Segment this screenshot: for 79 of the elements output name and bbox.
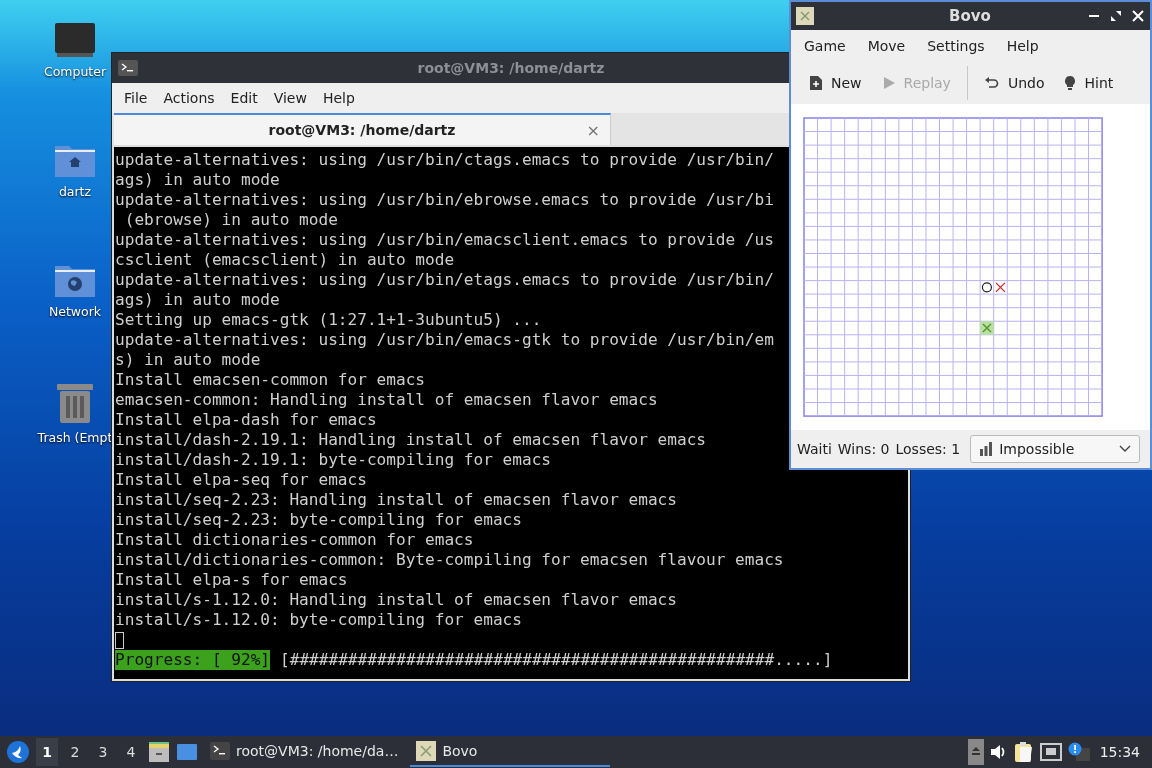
- menu-item[interactable]: File: [116, 90, 156, 106]
- menu-item[interactable]: Help: [314, 90, 363, 106]
- desktop-icon-label[interactable]: Network: [48, 304, 102, 319]
- hint-button[interactable]: Hint: [1056, 71, 1122, 95]
- terminal-line: install/s-1.12.0: Handling install of emacsen flavor emacs: [115, 590, 677, 610]
- status-text: Waiti: [797, 441, 832, 457]
- menu-item[interactable]: Actions: [155, 90, 223, 106]
- show-desktop-icon[interactable]: [176, 742, 198, 762]
- terminal-line: install/seq-2.23: byte-compiling for emacs: [115, 510, 522, 530]
- terminal-line: ags) in auto mode: [115, 170, 280, 190]
- terminal-line: csclient (emacsclient) in auto mode: [115, 250, 455, 270]
- terminal-line: Install elpa-s for emacs: [115, 570, 348, 590]
- terminal-icon: [210, 742, 230, 760]
- terminal-line: update-alternatives: using /usr/bin/ebrowse.emacs to provide /usr/bi: [115, 190, 774, 210]
- file-cabinet-icon[interactable]: [148, 741, 170, 763]
- window-title: Bovo: [948, 7, 992, 25]
- workspace-button[interactable]: 1: [36, 738, 58, 766]
- close-tab-button[interactable]: ×: [586, 120, 600, 140]
- monitor-icon[interactable]: [54, 22, 96, 58]
- terminal-line: update-alternatives: using /usr/bin/emacs-gtk to provide /usr/bin/em: [115, 330, 774, 350]
- maximize-button[interactable]: [1110, 10, 1122, 22]
- progress-label: Progress: [ 92%]: [115, 650, 271, 670]
- text-cursor: [115, 631, 124, 649]
- app-icon: [416, 741, 437, 761]
- hint-marker: [980, 321, 994, 335]
- terminal-line: install/s-1.12.0: byte-compiling for emacs: [115, 610, 522, 630]
- circle-piece: [981, 282, 992, 293]
- play-icon: [881, 76, 896, 90]
- terminal-line: Install elpa-dash for emacs: [115, 410, 377, 430]
- terminal-line: s) in auto mode: [115, 350, 261, 370]
- progress-text: [##################################################.....]: [280, 650, 833, 670]
- clipboard-icon[interactable]: [1013, 741, 1034, 763]
- undo-button[interactable]: Undo: [975, 71, 1053, 95]
- clock[interactable]: 15:34: [1099, 744, 1140, 760]
- workspace-button[interactable]: 2: [64, 738, 86, 766]
- notification-icon[interactable]: [1067, 742, 1090, 762]
- terminal-line: ags) in auto mode: [115, 290, 280, 310]
- terminal-line: update-alternatives: using /usr/bin/ctags.emacs to provide /usr/bin/: [115, 150, 774, 170]
- menu-item[interactable]: Settings: [916, 38, 996, 54]
- terminal-line: emacsen-common: Handling install of emacsen flavor emacs: [115, 390, 658, 410]
- terminal-line: Install dictionaries-common for emacs: [115, 530, 474, 550]
- menu-item[interactable]: Help: [995, 38, 1050, 54]
- workspace-button[interactable]: 4: [120, 738, 142, 766]
- terminal-line: Setting up emacs-gtk (1:27.1+1-3ubuntu5) ...: [115, 310, 542, 330]
- chevron-down-icon: [1119, 445, 1132, 453]
- undo-icon: [983, 76, 1000, 90]
- terminal-line: install/dictionaries-common: Byte-compiling for emacsen flavour emacs: [115, 550, 784, 570]
- terminal-line: install/dash-2.19.1: Handling install of emacsen flavor emacs: [115, 430, 707, 450]
- workspace-button[interactable]: 3: [92, 738, 114, 766]
- terminal-line: install/dash-2.19.1: byte-compiling for emacs: [115, 450, 552, 470]
- start-menu-button[interactable]: [6, 740, 30, 764]
- status-text: Losses: 1: [895, 441, 961, 457]
- terminal-line: Install emacsen-common for emacs: [115, 370, 426, 390]
- menu-item[interactable]: Edit: [222, 90, 266, 106]
- terminal-line: Install elpa-seq for emacs: [115, 470, 367, 490]
- lightbulb-icon: [1064, 75, 1077, 91]
- desktop-icon-label[interactable]: dartz: [58, 184, 92, 199]
- terminal-line: update-alternatives: using /usr/bin/etags.emacs to provide /usr/bin/: [115, 270, 774, 290]
- menu-item[interactable]: Move: [856, 38, 917, 54]
- difficulty-dropdown[interactable]: Impossible: [970, 435, 1141, 463]
- terminal-icon[interactable]: [118, 60, 138, 76]
- terminal-line: (ebrowse) in auto mode: [123, 210, 338, 230]
- eject-icon[interactable]: [967, 739, 984, 765]
- network-icon[interactable]: [1039, 743, 1062, 761]
- close-button[interactable]: [1132, 10, 1144, 22]
- cross-piece: [995, 282, 1006, 293]
- terminal-tab[interactable]: root@VM3: /home/dartz ×: [114, 113, 611, 145]
- window-title: root@VM3: /home/dartz: [416, 60, 606, 76]
- new-document-icon: [809, 75, 823, 91]
- taskbar-task[interactable]: Bovo: [410, 737, 611, 767]
- bars-icon: [979, 442, 994, 456]
- terminal-line: install/seq-2.23: Handling install of emacsen flavor emacs: [115, 490, 677, 510]
- new-button[interactable]: New: [801, 71, 870, 95]
- desktop-icon-label[interactable]: Trash (Empt: [37, 430, 113, 445]
- terminal-line: update-alternatives: using /usr/bin/emacsclient.emacs to provide /us: [115, 230, 774, 250]
- taskbar-task[interactable]: root@VM3: /home/da…: [204, 737, 405, 767]
- menu-item[interactable]: Game: [793, 38, 857, 54]
- menu-item[interactable]: View: [265, 90, 315, 106]
- status-text: Wins: 0: [837, 441, 890, 457]
